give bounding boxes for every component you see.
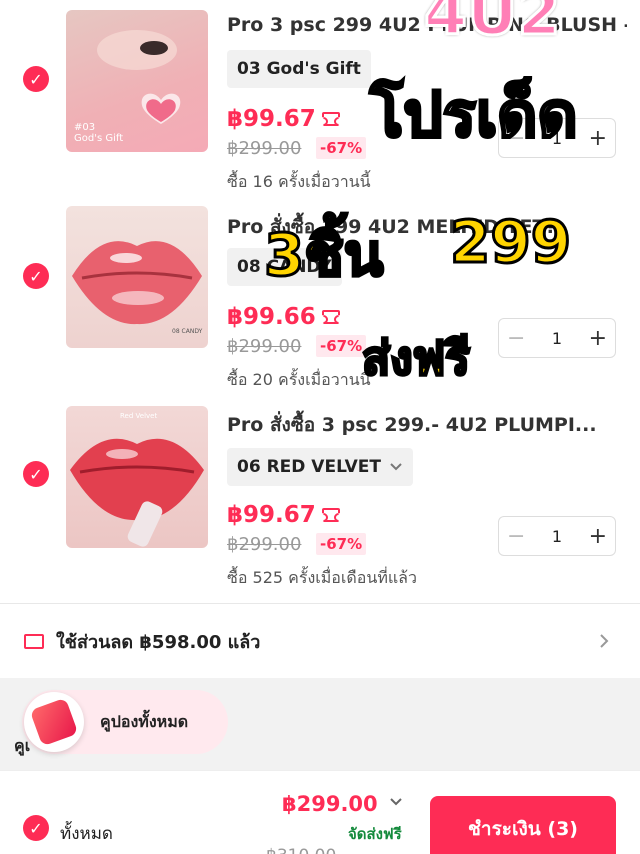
coupon-ticket-icon — [321, 112, 340, 126]
select-all-label: ทั้งหมด — [60, 824, 113, 844]
sale-price: ฿99.67 — [227, 106, 340, 132]
product-thumbnail[interactable]: Red Velvet — [66, 406, 208, 548]
plus-icon[interactable]: + — [589, 126, 607, 151]
quantity-stepper[interactable]: − 1 + — [498, 516, 616, 556]
plus-icon[interactable]: + — [589, 326, 607, 351]
product-thumbnail[interactable]: #03 God's Gift — [66, 10, 208, 152]
item-checkbox[interactable]: ✓ — [23, 66, 49, 92]
variant-selector[interactable]: 06 RED VELVET — [227, 448, 413, 486]
pieces-overlay-text: 3ชิ้น — [262, 220, 384, 291]
price-text: ฿99.67 — [227, 106, 316, 132]
coupon-ticket-icon — [24, 633, 44, 649]
quantity-value: 1 — [551, 526, 563, 546]
variant-label: 06 RED VELVET — [237, 457, 381, 477]
checkout-button[interactable]: ชำระเงิน (3) — [430, 796, 616, 854]
total-price[interactable]: ฿299.00 — [282, 792, 378, 816]
applied-discount-row[interactable]: ใช้ส่วนลด ฿598.00 แล้ว — [0, 604, 640, 678]
shipping-overlay-text: ส่งฟรี — [361, 330, 472, 387]
promo-overlay-text: โปรเด็ด — [369, 77, 580, 153]
discount-badge: -67% — [316, 533, 367, 555]
free-shipping-label: จัดส่งฟรี — [348, 825, 402, 843]
sale-price: ฿99.67 — [227, 502, 340, 528]
quantity-stepper[interactable]: − 1 + — [498, 318, 616, 358]
original-price: ฿299.00 — [227, 138, 302, 159]
coupon-icon[interactable] — [24, 692, 84, 752]
chevron-right-icon — [600, 634, 609, 648]
item-checkbox[interactable]: ✓ — [23, 263, 49, 289]
minus-icon[interactable]: − — [507, 524, 525, 549]
chevron-down-icon — [390, 463, 402, 471]
discount-badge: -67% — [316, 137, 367, 159]
product-thumbnail[interactable]: 08 CANDY — [66, 206, 208, 348]
brand-overlay-text: 4U2 — [423, 0, 563, 51]
sold-count: ซื้อ 525 ครั้งเมื่อเดือนที่แล้ว — [227, 568, 417, 587]
original-price: ฿299.00 — [227, 336, 302, 357]
variant-label: 03 God's Gift — [237, 59, 361, 79]
product-title[interactable]: Pro สั่งซื้อ 3 psc 299.- 4U2 PLUMPI... — [227, 410, 627, 440]
coupon-ticket-icon — [321, 508, 340, 522]
minus-icon[interactable]: − — [507, 326, 525, 351]
price-text: ฿99.67 — [227, 502, 316, 528]
item-checkbox[interactable]: ✓ — [23, 461, 49, 487]
plus-icon[interactable]: + — [589, 524, 607, 549]
cart-item: ✓ Red Velvet Pro สั่งซื้อ 3 psc 299.- 4U… — [0, 396, 640, 594]
sold-count: ซื้อ 20 ครั้งเมื่อวานนี้ — [227, 370, 371, 389]
coupon-ticket-icon — [321, 310, 340, 324]
thumb-caption: #03 God's Gift — [74, 122, 124, 144]
all-coupons-label: คูปองทั้งหมด — [100, 711, 189, 731]
discount-badge: -67% — [316, 335, 367, 357]
discount-applied-text: ใช้ส่วนลด ฿598.00 แล้ว — [56, 631, 261, 653]
thumb-caption: 08 CANDY — [172, 328, 203, 335]
variant-selector[interactable]: 03 God's Gift — [227, 50, 371, 88]
sold-count: ซื้อ 16 ครั้งเมื่อวานนี้ — [227, 172, 371, 191]
price-overlay-text: 299 — [448, 207, 572, 278]
original-price: ฿299.00 — [227, 534, 302, 555]
original-total-price: ฿310.00 — [266, 846, 336, 854]
select-all-checkbox[interactable]: ✓ — [23, 815, 49, 841]
quantity-value: 1 — [551, 328, 563, 348]
checkout-label: ชำระเงิน (3) — [468, 818, 578, 840]
chevron-down-icon[interactable] — [388, 794, 404, 810]
sale-price: ฿99.66 — [227, 304, 340, 330]
price-text: ฿99.66 — [227, 304, 316, 330]
thumb-caption: Red Velvet — [120, 412, 158, 420]
